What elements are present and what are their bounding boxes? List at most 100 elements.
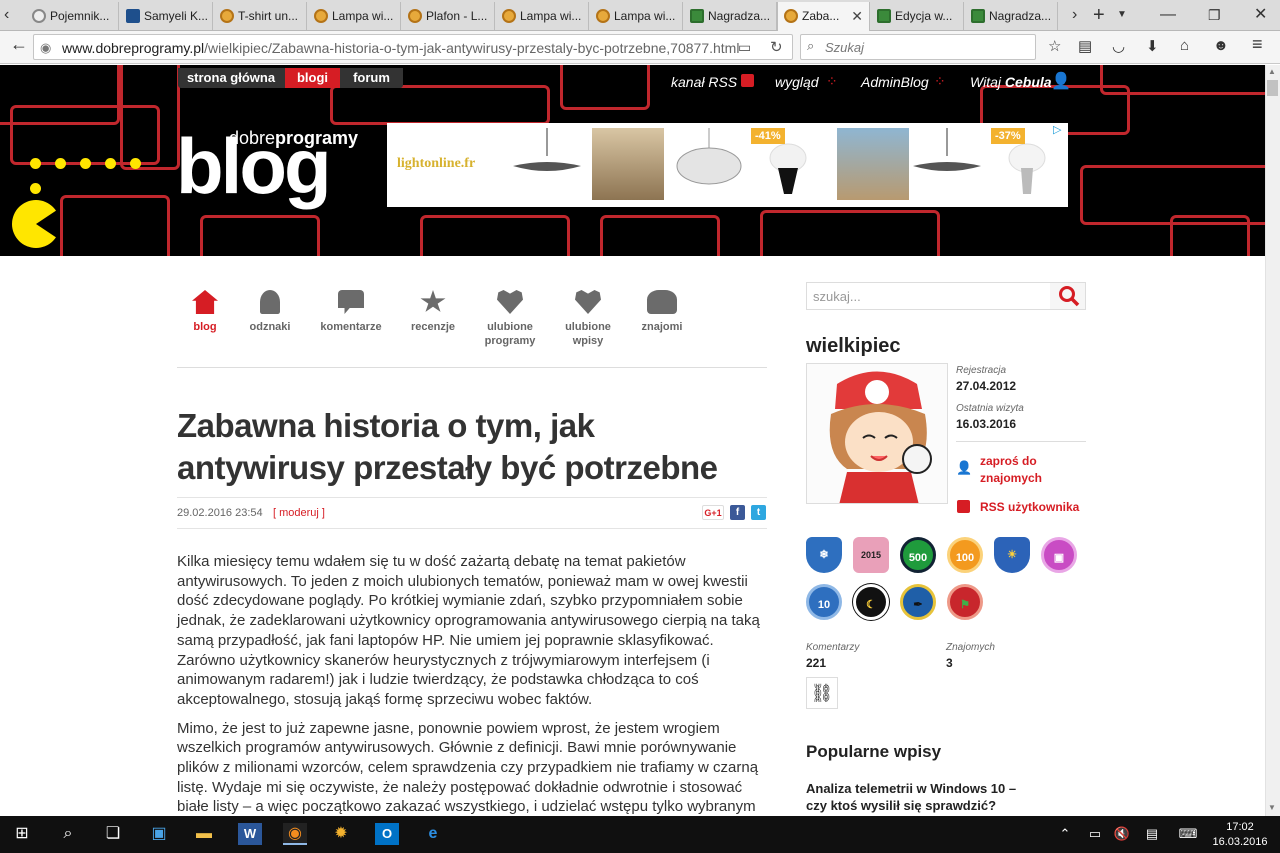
reload-icon[interactable]: ↻ [770,38,783,56]
tab[interactable]: Nagradza... [965,2,1058,30]
achievement-badge[interactable]: 10 [806,584,842,620]
tab-active[interactable]: Zaba... ✕ [777,2,870,31]
scrollbar-thumb[interactable] [1267,80,1278,96]
maximize-icon[interactable]: ❐ [1208,4,1221,26]
blog-nav-badges[interactable]: odznaki [235,290,305,334]
blog-logo[interactable]: blog [176,126,332,206]
tray-expand-icon[interactable]: ⌃ [1053,823,1077,845]
site-info-icon[interactable]: ◉ [40,40,51,56]
tab[interactable]: Pojemnik... [26,2,119,30]
close-tab-icon[interactable]: ✕ [851,2,863,30]
pacman-dot [80,158,91,169]
volume-muted-icon[interactable]: 🔇 [1110,823,1134,845]
achievement-badge[interactable]: 500 [900,537,936,573]
tab-scroll-right-icon[interactable]: › [1072,4,1077,26]
new-tab-icon[interactable]: + [1093,4,1105,26]
achievement-badge[interactable]: ☾ [853,584,889,620]
twitter-icon[interactable]: t [751,505,766,520]
outlook-icon[interactable]: O [375,823,399,845]
blog-nav-reviews[interactable]: recenzje [398,290,468,334]
user-greeting[interactable]: Witaj Cebula [970,74,1052,90]
tab[interactable]: Nagradza... [684,2,777,30]
facebook-icon[interactable]: f [730,505,745,520]
scroll-down-icon[interactable]: ▼ [1268,803,1276,812]
achievement-badge[interactable]: ☀ [994,537,1030,573]
rss-icon [957,500,970,513]
google-plus-icon[interactable]: G+1 [702,505,724,520]
url-bar[interactable]: ◉ www.dobreprogramy.pl/wielkipiec/Zabawn… [33,34,793,60]
tab[interactable]: Lampa wi... [590,2,683,30]
tab[interactable]: Samyeli K... [120,2,213,30]
downloads-icon[interactable]: ⬇ [1146,37,1159,55]
edge-icon[interactable]: e [421,823,445,845]
popular-post-link[interactable]: Analiza telemetrii w Windows 10 – czy kt… [806,780,1036,814]
user-rss-link[interactable]: RSS użytkownika [980,499,1079,516]
achievement-badge[interactable]: 2015 [853,537,889,573]
app-icon[interactable]: ✹ [329,823,353,845]
tab[interactable]: T-shirt un... [214,2,307,30]
tab-scroll-left-icon[interactable]: ‹ [4,4,9,26]
tab[interactable]: Lampa wi... [496,2,589,30]
blog-nav-blog[interactable]: blog [170,290,240,334]
firefox-icon[interactable]: ◉ [283,823,307,845]
avatar[interactable] [806,363,948,504]
moderate-link[interactable]: [ moderuj ] [273,507,325,519]
tab[interactable]: Edycja w... [871,2,964,30]
reader-view-icon[interactable]: ▭ [738,39,751,56]
search-icon [1059,286,1080,307]
tab-favicon-icon [220,9,234,23]
achievement-badge[interactable]: ❄ [806,537,842,573]
blog-nav-fav-posts[interactable]: ulubione wpisy [553,290,623,348]
blog-author-name[interactable]: wielkipiec [806,335,901,358]
pocket-icon[interactable]: ◡ [1112,37,1125,55]
tab[interactable]: Plafon - L... [402,2,495,30]
appearance-link[interactable]: wygląd [775,74,819,90]
blog-nav-friends[interactable]: znajomi [627,290,697,334]
achievement-badge[interactable]: ▣ [1041,537,1077,573]
friends-count: 3 [946,656,953,670]
tab-favicon-icon [408,9,422,23]
browser-navbar: ← ◉ www.dobreprogramy.pl/wielkipiec/Zaba… [0,31,1280,64]
reading-list-icon[interactable]: ▤ [1078,37,1092,55]
taskbar-search-icon[interactable]: ⌕ [56,823,80,845]
page-scrollbar[interactable] [1265,65,1280,816]
blog-search-input[interactable]: szukaj... [806,282,1086,310]
achievement-badge[interactable]: ✒ [900,584,936,620]
browser-search-input[interactable]: ⌕ Szukaj [800,34,1036,60]
hello-icon[interactable]: ☻ [1213,37,1229,54]
windows-start-icon[interactable]: ⊞ [10,823,34,845]
link-chain-icon[interactable]: ⛓ [806,677,838,709]
minimize-icon[interactable]: — [1160,4,1176,26]
blog-nav-fav-programs[interactable]: ulubione programy [475,290,545,348]
ad-product-interior [837,128,909,200]
advertisement-banner[interactable]: lightonline.fr -41% -37% ▷ [387,123,1068,207]
back-icon[interactable]: ← [10,34,28,55]
file-explorer-icon[interactable]: ▬ [192,823,216,845]
nav-blogs-link[interactable]: blogi [285,68,340,88]
store-icon[interactable]: ▣ [147,823,171,845]
achievement-badge[interactable]: 100 [947,537,983,573]
invite-friend-link[interactable]: zaproś do znajomych [980,453,1080,487]
tab[interactable]: Lampa wi... [308,2,401,30]
nav-home-link[interactable]: strona główna [178,68,284,88]
menu-icon[interactable]: ≡ [1252,34,1263,55]
keyboard-icon[interactable]: ⌨ [1173,823,1203,845]
ad-choices-icon[interactable]: ▷ [1053,123,1061,136]
taskbar-clock[interactable]: 17:02 16.03.2016 [1212,820,1268,850]
task-view-icon[interactable]: ❏ [101,823,125,845]
action-center-icon[interactable]: ▤ [1140,823,1164,845]
battery-icon[interactable]: ▭ [1083,823,1107,845]
scroll-up-icon[interactable]: ▲ [1268,67,1276,76]
close-window-icon[interactable]: ✕ [1254,4,1267,26]
word-icon[interactable]: W [238,823,262,845]
achievement-badge[interactable]: ⚑ [947,584,983,620]
blog-nav-comments[interactable]: komentarze [316,290,386,334]
blog-search-button[interactable] [1050,283,1085,309]
tab-list-icon[interactable]: ▼ [1117,4,1127,26]
nav-forum-link[interactable]: forum [340,68,403,88]
rss-feed-link[interactable]: kanał RSS [671,74,737,90]
adminblog-link[interactable]: AdminBlog [861,74,929,90]
friends-icon [647,290,677,314]
bookmark-star-icon[interactable]: ☆ [1048,37,1061,55]
home-icon[interactable]: ⌂ [1180,37,1189,54]
